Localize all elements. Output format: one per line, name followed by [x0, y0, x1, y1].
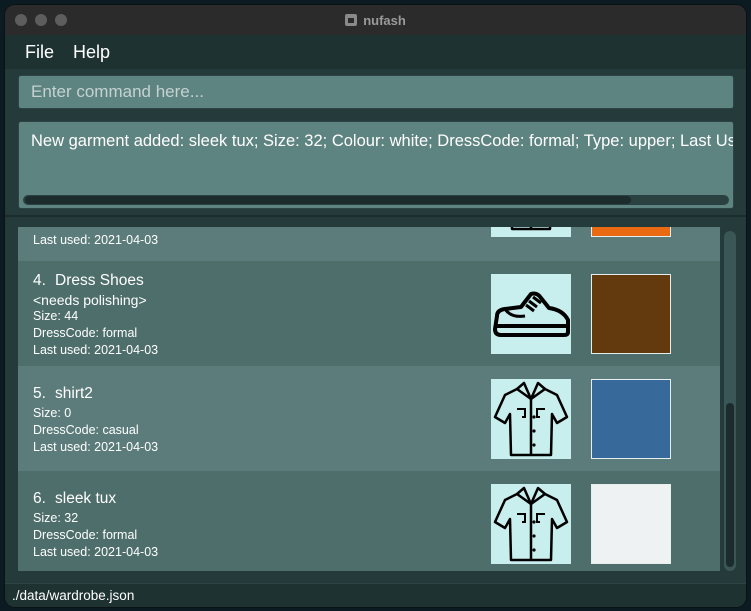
garment-index: 5. [33, 385, 46, 402]
garment-title: 4. Dress Shoes [33, 272, 144, 290]
menu-file[interactable]: File [21, 40, 58, 65]
window-title-group: nufash [5, 5, 746, 35]
garment-name: sleek tux [55, 490, 117, 507]
garment-dress-code: DressCode: formal [33, 528, 138, 542]
garment-card[interactable]: 6. sleek tux Size: 32 DressCode: formal L… [18, 471, 720, 571]
menu-bar: File Help [5, 35, 746, 69]
garment-thumbnail [491, 227, 571, 237]
garment-index: 6. [33, 490, 46, 507]
shoe-icon [493, 291, 570, 337]
garment-description: <needs polishing> [33, 292, 147, 308]
garment-card[interactable]: Last used: 2021-04-03 [18, 227, 720, 261]
command-input[interactable]: Enter command here... [18, 75, 734, 109]
shirt-icon [510, 227, 552, 231]
garment-list[interactable]: Last used: 2021-04-03 4. Dress Shoes <nee… [18, 227, 720, 571]
garment-last-used: Last used: 2021-04-03 [33, 545, 159, 559]
result-text: New garment added: sleek tux; Size: 32; … [31, 132, 734, 150]
garment-thumbnail [491, 274, 571, 354]
app-window: nufash File Help Enter command here... N… [5, 5, 746, 607]
garment-name: shirt2 [55, 385, 93, 402]
garment-card[interactable]: 5. shirt2 Size: 0 DressCode: casual Last … [18, 366, 720, 471]
command-placeholder: Enter command here... [31, 82, 204, 101]
window-title: nufash [363, 12, 406, 28]
garment-thumbnail [491, 484, 571, 564]
garment-last-used: Last used: 2021-04-03 [33, 440, 159, 454]
menu-help[interactable]: Help [69, 40, 114, 65]
garment-title: 5. shirt2 [33, 385, 93, 403]
garment-size: Size: 32 [33, 511, 79, 525]
app-icon [345, 14, 358, 26]
garment-name: Dress Shoes [55, 272, 144, 289]
list-vertical-scrollbar[interactable] [724, 231, 736, 571]
garment-last-used: Last used: 2021-04-03 [33, 343, 159, 357]
garment-title: 6. sleek tux [33, 490, 116, 508]
garment-colour-swatch [591, 379, 671, 459]
shirt-icon [493, 486, 569, 562]
status-bar: ./data/wardrobe.json [5, 583, 746, 607]
garment-size: Size: 0 [33, 406, 72, 420]
shirt-icon [493, 381, 569, 457]
garment-dress-code: DressCode: casual [33, 423, 139, 437]
result-horizontal-scrollbar[interactable] [23, 195, 729, 205]
garment-size: Size: 44 [33, 309, 79, 323]
garment-last-used: Last used: 2021-04-03 [33, 233, 159, 247]
list-scroll-thumb[interactable] [726, 403, 734, 567]
garment-index: 4. [33, 272, 46, 289]
status-file-path: ./data/wardrobe.json [12, 588, 135, 603]
garment-colour-swatch [591, 227, 671, 237]
garment-dress-code: DressCode: formal [33, 326, 138, 340]
garment-card[interactable]: 4. Dress Shoes <needs polishing> Size: 44… [18, 261, 720, 366]
garment-colour-swatch [591, 274, 671, 354]
panel-divider [5, 215, 746, 217]
title-bar: nufash [5, 5, 746, 36]
garment-thumbnail [491, 379, 571, 459]
result-scroll-thumb[interactable] [25, 196, 631, 204]
result-display: New garment added: sleek tux; Size: 32; … [18, 121, 734, 209]
garment-colour-swatch [591, 484, 671, 564]
